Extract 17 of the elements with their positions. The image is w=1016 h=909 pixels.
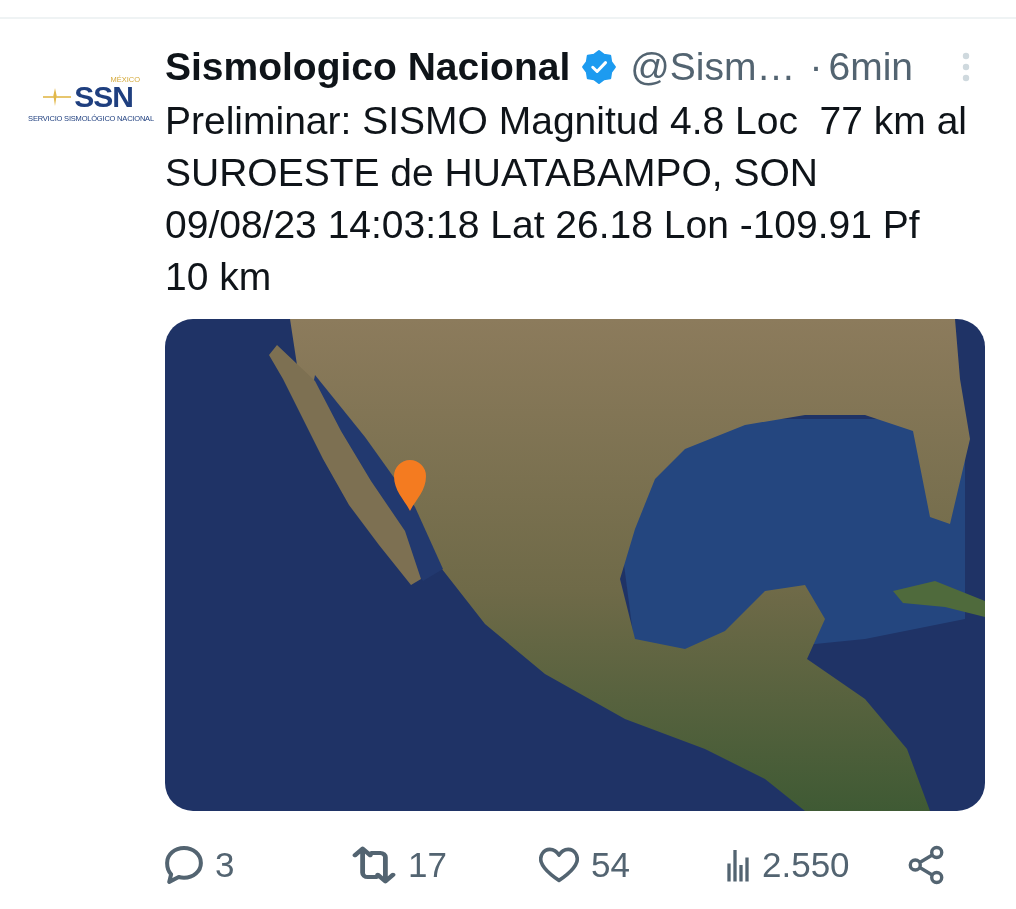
post-text: Preliminar: SISMO Magnitud 4.8 Loc 77 km al SUROESTE de HUATABAMPO, SON 09/08/23 14:03:18 Lat 26.18 Lon -109.91 Pf 10 km xyxy=(165,98,968,300)
repost-button[interactable]: 17 xyxy=(352,845,447,885)
separator-dot: · xyxy=(809,44,823,90)
bar-chart-icon xyxy=(726,847,750,883)
like-button[interactable]: 54 xyxy=(539,845,630,885)
share-icon[interactable] xyxy=(907,845,945,885)
views-button[interactable]: 2.550 xyxy=(726,845,850,885)
author-name[interactable]: Sismologico Nacional xyxy=(165,44,571,90)
speech-bubble-icon xyxy=(165,846,203,884)
post-time[interactable]: 6min xyxy=(828,44,914,90)
logo-acronym: SSN xyxy=(74,84,133,110)
repost-arrows-icon xyxy=(352,846,396,884)
heart-icon xyxy=(539,847,579,883)
reply-button[interactable]: 3 xyxy=(165,845,235,885)
map-pin-icon xyxy=(392,458,428,512)
author-handle[interactable]: @Sism… xyxy=(630,44,796,90)
spark-icon xyxy=(43,88,72,106)
